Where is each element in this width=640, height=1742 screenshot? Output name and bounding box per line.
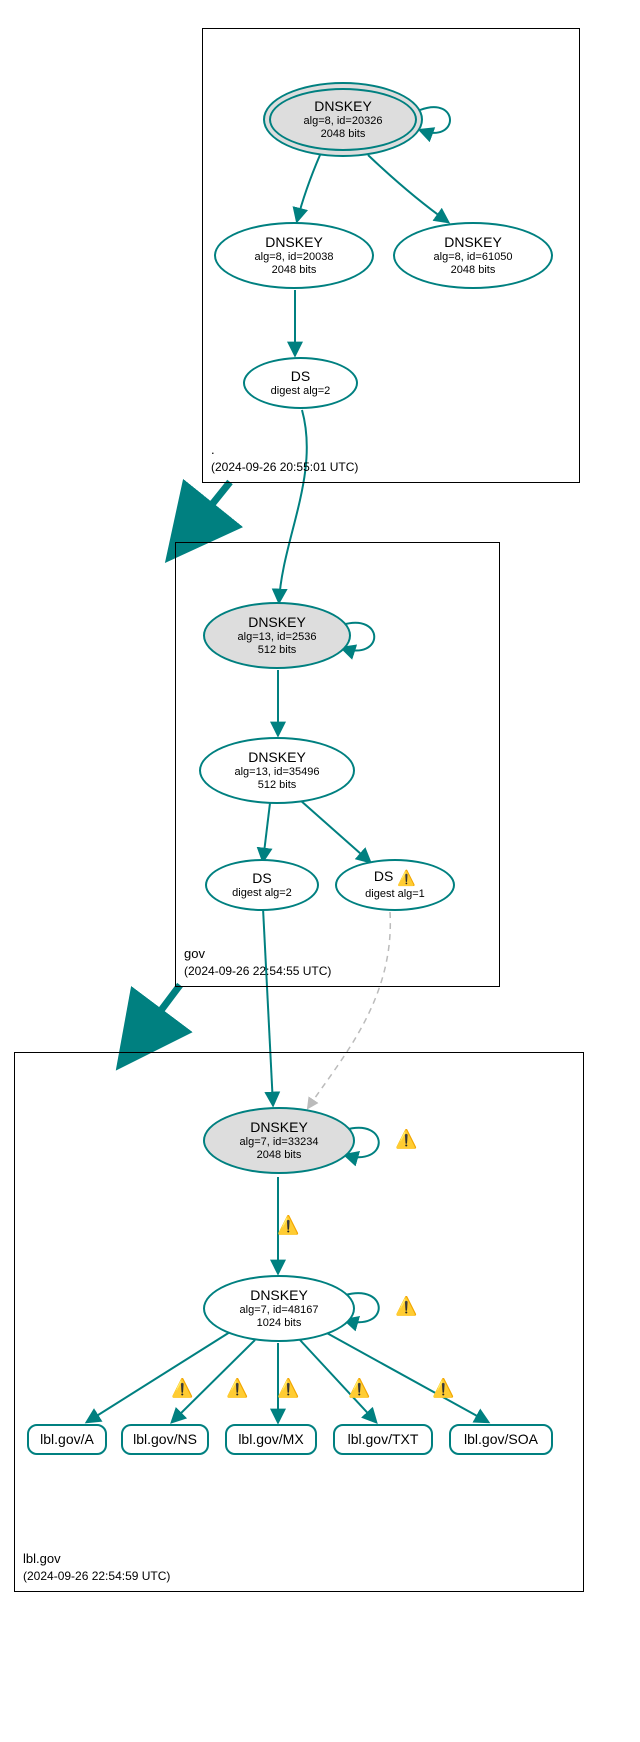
node-gov-ksk-l1: DNSKEY bbox=[248, 614, 306, 631]
node-lbl-zsk-l2: alg=7, id=48167 bbox=[240, 1304, 319, 1317]
zone-lbl-label: lbl.gov (2024-09-26 22:54:59 UTC) bbox=[23, 1551, 170, 1585]
zone-root-ts: (2024-09-26 20:55:01 UTC) bbox=[211, 460, 358, 474]
node-gov-ds1-l1: DS⚠️ bbox=[374, 868, 416, 888]
zone-lbl-name: lbl.gov bbox=[23, 1551, 61, 1566]
warning-icon: ⚠️ bbox=[397, 870, 416, 888]
node-gov-ds1: DS⚠️ digest alg=1 bbox=[335, 859, 455, 911]
node-gov-ksk: DNSKEY alg=13, id=2536 512 bits bbox=[203, 602, 351, 669]
node-root-ksk: DNSKEY alg=8, id=20326 2048 bits bbox=[263, 82, 423, 157]
node-gov-ksk-l3: 512 bits bbox=[258, 644, 297, 657]
node-root-ds: DS digest alg=2 bbox=[243, 357, 358, 409]
node-root-ds-l2: digest alg=2 bbox=[271, 385, 331, 398]
node-root-zsk-l2: alg=8, id=20038 bbox=[255, 251, 334, 264]
zone-gov-name: gov bbox=[184, 946, 205, 961]
node-gov-zsk-l3: 512 bits bbox=[258, 779, 297, 792]
node-gov-ksk-l2: alg=13, id=2536 bbox=[238, 631, 317, 644]
node-lbl-txt-l1: lbl.gov/TXT bbox=[348, 1431, 419, 1448]
node-root-zsk-l1: DNSKEY bbox=[265, 234, 323, 251]
node-root-k3: DNSKEY alg=8, id=61050 2048 bits bbox=[393, 222, 553, 289]
node-lbl-txt: lbl.gov/TXT bbox=[333, 1424, 433, 1455]
node-lbl-mx: lbl.gov/MX bbox=[225, 1424, 317, 1455]
node-lbl-zsk-l3: 1024 bits bbox=[257, 1317, 302, 1330]
zone-gov-ts: (2024-09-26 22:54:55 UTC) bbox=[184, 964, 331, 978]
node-lbl-soa-l1: lbl.gov/SOA bbox=[464, 1431, 538, 1448]
node-lbl-ksk-l1: DNSKEY bbox=[250, 1119, 308, 1136]
zone-gov-label: gov (2024-09-26 22:54:55 UTC) bbox=[184, 946, 331, 980]
zone-root-label: . (2024-09-26 20:55:01 UTC) bbox=[211, 442, 358, 476]
node-root-ksk-l1: DNSKEY bbox=[314, 98, 372, 115]
node-lbl-ksk-l3: 2048 bits bbox=[257, 1149, 302, 1162]
node-root-zsk-l3: 2048 bits bbox=[272, 264, 317, 277]
node-lbl-a: lbl.gov/A bbox=[27, 1424, 107, 1455]
node-gov-ds2-l2: digest alg=2 bbox=[232, 887, 292, 900]
edge-root-to-gov bbox=[185, 482, 230, 538]
node-root-ksk-l2: alg=8, id=20326 bbox=[304, 115, 383, 128]
node-gov-zsk: DNSKEY alg=13, id=35496 512 bits bbox=[199, 737, 355, 804]
node-gov-ds1-l2: digest alg=1 bbox=[365, 888, 425, 901]
node-root-ksk-l3: 2048 bits bbox=[321, 128, 366, 141]
node-root-k3-l3: 2048 bits bbox=[451, 264, 496, 277]
zone-root-name: . bbox=[211, 442, 215, 457]
node-lbl-ns-l1: lbl.gov/NS bbox=[133, 1431, 197, 1448]
node-lbl-zsk-l1: DNSKEY bbox=[250, 1287, 308, 1304]
node-root-ds-l1: DS bbox=[291, 368, 310, 385]
node-root-zsk: DNSKEY alg=8, id=20038 2048 bits bbox=[214, 222, 374, 289]
node-lbl-ns: lbl.gov/NS bbox=[121, 1424, 209, 1455]
node-lbl-zsk: DNSKEY alg=7, id=48167 1024 bits bbox=[203, 1275, 355, 1342]
node-lbl-soa: lbl.gov/SOA bbox=[449, 1424, 553, 1455]
node-lbl-ksk-l2: alg=7, id=33234 bbox=[240, 1136, 319, 1149]
node-lbl-ksk: DNSKEY alg=7, id=33234 2048 bits bbox=[203, 1107, 355, 1174]
node-lbl-a-l1: lbl.gov/A bbox=[40, 1431, 94, 1448]
node-gov-zsk-l2: alg=13, id=35496 bbox=[234, 766, 319, 779]
node-lbl-mx-l1: lbl.gov/MX bbox=[238, 1431, 303, 1448]
node-gov-zsk-l1: DNSKEY bbox=[248, 749, 306, 766]
node-gov-ds2: DS digest alg=2 bbox=[205, 859, 319, 911]
zone-lbl-ts: (2024-09-26 22:54:59 UTC) bbox=[23, 1569, 170, 1583]
node-root-k3-l2: alg=8, id=61050 bbox=[434, 251, 513, 264]
edge-gov-to-lbl bbox=[135, 985, 180, 1045]
node-root-k3-l1: DNSKEY bbox=[444, 234, 502, 251]
node-gov-ds2-l1: DS bbox=[252, 870, 271, 887]
